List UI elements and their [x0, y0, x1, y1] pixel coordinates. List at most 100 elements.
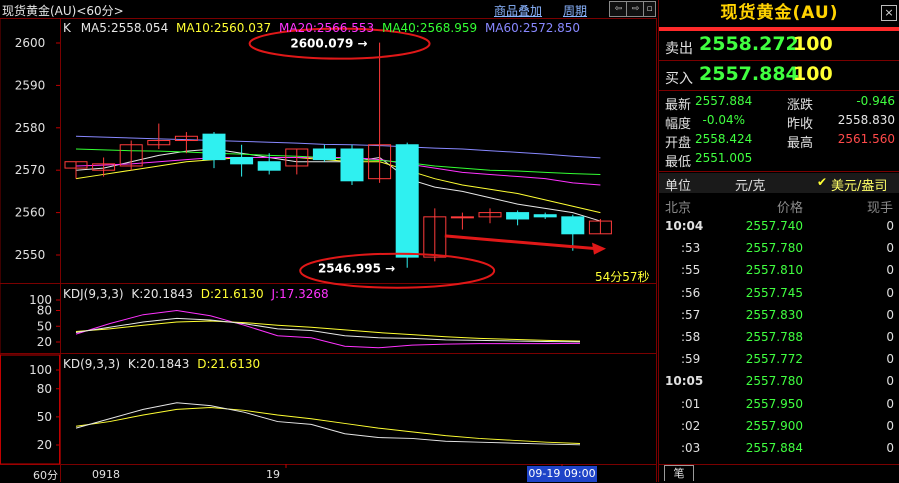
sell-price: 2558.272	[699, 33, 799, 55]
tick-price: 2557.810	[745, 263, 803, 278]
tick-price: 2557.830	[745, 307, 803, 322]
tick-price: 2557.740	[745, 219, 803, 233]
divider	[659, 464, 899, 465]
kd-label: KD(9,3,3)	[63, 357, 121, 371]
candle-body	[395, 144, 419, 258]
tick-volume: 0	[886, 330, 894, 344]
kdj-d-line	[75, 320, 581, 342]
overlay-commodity-link[interactable]: 商品叠加	[494, 2, 542, 19]
kd-legend: KD(9,3,3) K:20.1843 D:21.6130	[63, 357, 260, 371]
kd-tick-label: 20	[37, 438, 52, 452]
tick-price: 2557.772	[745, 352, 803, 367]
tick-time: :02	[681, 418, 701, 433]
kdj-tick-label: 20	[37, 335, 52, 349]
high-price-label: 2600.079 →	[290, 37, 367, 51]
title-underline	[659, 27, 899, 31]
tick-volume: 0	[886, 285, 894, 300]
kdj-tick-label: 50	[37, 319, 52, 333]
alt-unit-toggle[interactable]: 美元/盎司	[831, 175, 887, 194]
quote-value: 2558.424	[695, 132, 753, 146]
tick-price: 2557.780	[745, 241, 803, 256]
ma10-value: MA10:2560.037	[176, 21, 272, 35]
tick-volume: 0	[886, 263, 894, 278]
quote-label: 幅度	[665, 117, 692, 132]
sell-label: 卖出	[665, 41, 693, 57]
kdj-label: KDJ(9,3,3)	[63, 287, 124, 301]
tick-volume: 0	[886, 219, 894, 233]
tick-price: 2557.900	[745, 418, 803, 433]
ma60-line	[75, 135, 601, 159]
tick-time: :03	[681, 441, 701, 455]
price-tick-label: 2590	[15, 78, 46, 92]
unit-value: 元/克	[735, 179, 766, 194]
x-label-0918: 0918	[92, 468, 120, 481]
tick-volume: 0	[886, 241, 894, 256]
period-label: 60分	[33, 469, 58, 482]
price-axis: 2600 2590 2580 2570 2560 2550	[15, 36, 60, 262]
quote-value: 2561.560	[837, 132, 895, 146]
kdj-pane: 100805020	[29, 293, 581, 349]
quote-value: 2558.830	[837, 113, 895, 127]
candle-body	[561, 216, 585, 235]
kd-d-value: D:21.6130	[197, 357, 261, 371]
candle-body	[230, 156, 254, 165]
buy-qty: 100	[793, 63, 833, 85]
quote-value: 2551.005	[695, 151, 753, 165]
chart-area[interactable]: 2600 2590 2580 2570 2560 2550 2600.079 → 2546.…	[0, 18, 657, 482]
ma-legend: K MA5:2558.054 MA10:2560.037 MA20:2566.5…	[63, 21, 580, 35]
tick-time: 10:05	[665, 374, 704, 389]
tab-ticks[interactable]: 笔	[664, 465, 694, 481]
price-tick-label: 2560	[15, 206, 46, 220]
kd-tick-label: 80	[37, 382, 52, 396]
tick-time: :59	[681, 352, 701, 367]
kdj-j-value: J:17.3268	[271, 287, 329, 301]
crosshair-time-label: 09-19 09:00	[527, 466, 597, 482]
divider	[659, 60, 899, 61]
ma5-line	[75, 148, 601, 222]
tick-volume: 0	[886, 418, 894, 433]
tick-time: :57	[681, 307, 701, 322]
close-icon[interactable]: ×	[881, 5, 897, 21]
quote-value: -0.04%	[702, 113, 745, 127]
ma60-value: MA60:2572.850	[484, 21, 581, 35]
kdj-k-line	[75, 317, 581, 343]
quote-label: 最新	[665, 98, 692, 113]
quote-label: 最低	[665, 155, 692, 170]
unit-bar: 单位 元/克 ✔ 美元/盎司	[659, 173, 899, 194]
chart-header-bar: 现货黄金(AU)<60分> 商品叠加 周期 ⇦ ⇨ ▫	[0, 0, 657, 19]
tick-time: 10:04	[665, 219, 704, 233]
kdj-d-value: D:21.6130	[200, 287, 264, 301]
tick-price: 2557.950	[745, 396, 803, 411]
quote-label: 最高	[787, 136, 814, 151]
divider	[659, 171, 899, 172]
candle-body	[533, 214, 557, 218]
tick-time: :58	[681, 330, 701, 344]
period-link[interactable]: 周期	[563, 2, 587, 19]
kd-tick-label: 50	[37, 410, 52, 424]
candle-label: K	[63, 21, 71, 35]
pin-icon[interactable]: ▫	[643, 1, 656, 17]
tick-time: :01	[681, 396, 701, 411]
buy-price: 2557.884	[699, 63, 799, 85]
kdj-j-line	[75, 309, 581, 349]
check-icon: ✔	[817, 175, 828, 189]
kd-d-line	[75, 406, 581, 444]
kd-k-value: K:20.1843	[127, 357, 190, 371]
chart-title: 现货黄金(AU)<60分>	[2, 4, 124, 18]
divider	[659, 90, 899, 91]
quote-label: 涨跌	[787, 98, 814, 113]
tick-price: 2557.788	[745, 330, 803, 344]
tick-price: 2557.780	[745, 374, 803, 389]
unit-label: 单位	[665, 179, 692, 194]
tick-volume: 0	[886, 396, 894, 411]
candle-body	[450, 216, 474, 219]
low-price-label: 2546.995 →	[318, 262, 395, 276]
price-tick-label: 2570	[15, 163, 46, 177]
tick-header-price: 价格	[777, 201, 804, 216]
bar-countdown: 54分57秒	[595, 270, 650, 284]
x-label-19: 19	[266, 468, 280, 481]
quote-label: 开盘	[665, 136, 692, 151]
ma20-value: MA20:2566.553	[279, 21, 375, 35]
quote-value: -0.946	[856, 94, 895, 108]
tick-price: 2557.884	[745, 441, 803, 455]
